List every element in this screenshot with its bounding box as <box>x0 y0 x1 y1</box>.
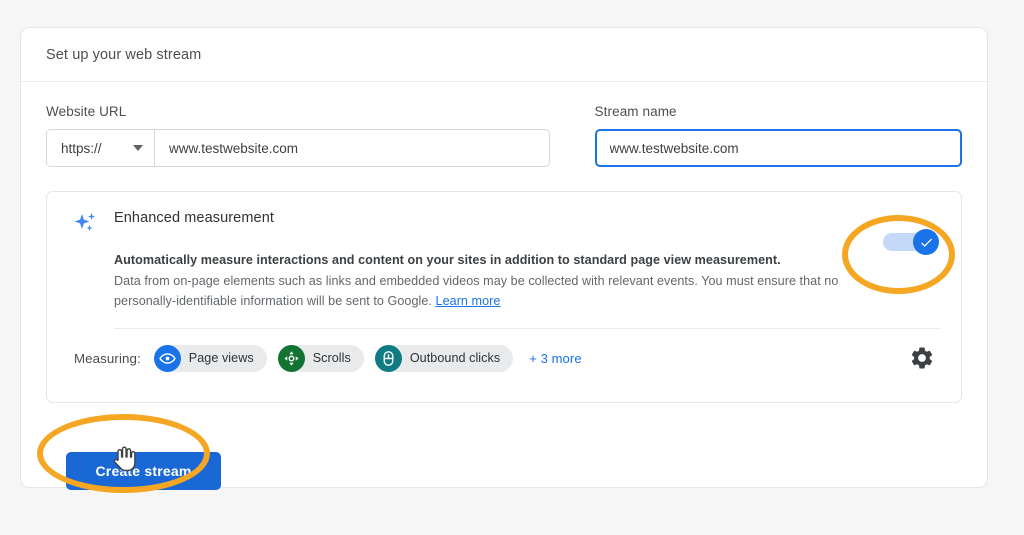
measuring-row: Measuring: Page views Scrolls Outbound c… <box>67 344 941 372</box>
enhanced-measurement-panel: Enhanced measurement Automatically measu… <box>46 191 962 403</box>
gear-icon[interactable] <box>909 345 935 371</box>
sparkle-icon <box>74 213 95 231</box>
chip-label: Page views <box>188 351 254 365</box>
url-scheme-select[interactable]: https:// <box>47 130 155 166</box>
chip-label: Scrolls <box>312 351 351 365</box>
scroll-target-icon <box>277 344 305 372</box>
chip-page-views[interactable]: Page views <box>153 344 267 372</box>
chevron-down-icon <box>133 145 143 151</box>
check-icon <box>920 238 932 247</box>
website-url-label: Website URL <box>46 104 127 119</box>
more-measurements-link[interactable]: + 3 more <box>529 351 581 366</box>
learn-more-link[interactable]: Learn more <box>436 294 501 308</box>
chip-outbound-clicks[interactable]: Outbound clicks <box>374 344 514 372</box>
page-root: Set up your web stream Website URL https… <box>0 0 1024 535</box>
website-url-field-group: Website URL https:// <box>46 104 550 167</box>
panel-divider <box>114 327 941 329</box>
description-line-3-text: personally-identifiable information will… <box>114 294 432 308</box>
enhanced-measurement-toggle[interactable] <box>883 229 939 255</box>
enhanced-measurement-header: Enhanced measurement <box>67 210 941 236</box>
toggle-thumb <box>913 229 939 255</box>
page-title: Set up your web stream <box>46 46 202 63</box>
card-body: Website URL https:// Stream name <box>21 82 987 403</box>
website-url-input-group: https:// <box>46 129 550 167</box>
description-line-2: Data from on-page elements such as links… <box>114 273 839 288</box>
enhanced-measurement-title: Enhanced measurement <box>114 210 274 226</box>
enhanced-measurement-description: Automatically measure interactions and c… <box>114 250 864 312</box>
stream-name-field-group: Stream name <box>594 104 962 167</box>
chip-label: Outbound clicks <box>409 351 501 365</box>
mouse-icon <box>374 344 402 372</box>
description-line-3: personally-identifiable information will… <box>114 291 864 312</box>
eye-icon <box>153 344 181 372</box>
stream-name-label: Stream name <box>594 104 677 119</box>
stream-name-input[interactable] <box>594 129 962 167</box>
description-line-1: Automatically measure interactions and c… <box>114 253 781 267</box>
url-scheme-value: https:// <box>61 140 102 156</box>
fields-row: Website URL https:// Stream name <box>46 104 962 167</box>
chip-scrolls[interactable]: Scrolls <box>277 344 364 372</box>
measuring-label: Measuring: <box>74 350 141 366</box>
card-header: Set up your web stream <box>21 28 987 82</box>
web-stream-setup-card: Set up your web stream Website URL https… <box>20 27 988 490</box>
create-stream-button[interactable]: Create stream <box>66 452 221 490</box>
website-url-input[interactable] <box>155 130 549 166</box>
